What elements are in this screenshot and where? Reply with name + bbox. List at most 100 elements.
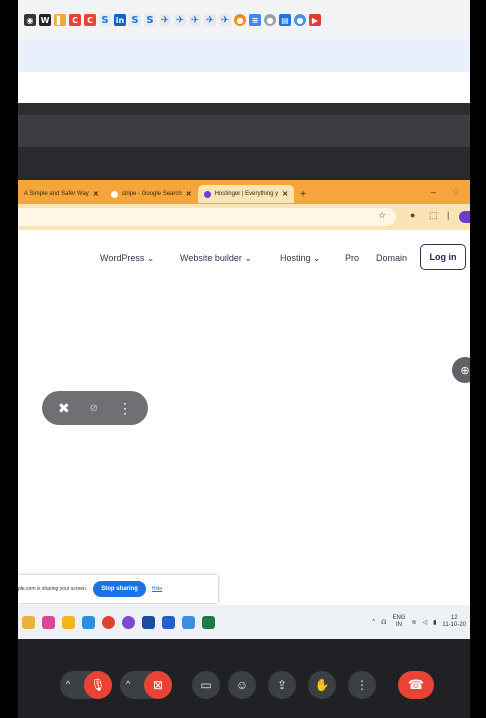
- plus-icon: +: [300, 188, 306, 200]
- mic-control[interactable]: ^ 🎙: [60, 671, 112, 699]
- pin-off-icon[interactable]: ✖: [58, 400, 70, 417]
- tab[interactable]: stripe - Google Search ✕: [105, 185, 198, 203]
- chevron-up-icon[interactable]: ^: [126, 679, 130, 689]
- shared-webpage: WordPress ⌄ Website builder ⌄ Hosting ⌄ …: [18, 230, 470, 605]
- chevron-up-icon[interactable]: ^: [372, 619, 375, 625]
- linkedin-icon[interactable]: in: [114, 14, 126, 26]
- clock[interactable]: 12 11-10-20: [442, 615, 466, 629]
- time: 12: [450, 615, 458, 621]
- presentation-header: [18, 147, 470, 180]
- screen-share-notice: ple.com is sharing your screen. Stop sha…: [18, 575, 218, 603]
- emoji-button[interactable]: ☺: [228, 671, 256, 699]
- bookmark-icon[interactable]: ✈: [189, 14, 201, 26]
- extension-icon[interactable]: ●: [234, 14, 246, 26]
- bookmark-icon[interactable]: ✈: [174, 14, 186, 26]
- mic-off-button[interactable]: 🎙: [84, 671, 112, 699]
- google-icon: [110, 190, 118, 198]
- wifi-icon[interactable]: ≋: [411, 619, 416, 626]
- bookmark-icon[interactable]: ✈: [204, 14, 216, 26]
- new-tab-button[interactable]: +: [294, 185, 312, 203]
- word-icon[interactable]: [162, 615, 175, 629]
- tab-active[interactable]: Hostinger | Everything y ✕: [197, 185, 295, 203]
- extension-bar: ◉ W ▌ C C S in S S ✈ ✈ ✈ ✈ ✈ ● ≡ ● ▤ ● ▶: [18, 0, 470, 40]
- bookmark-icon[interactable]: ✈: [159, 14, 171, 26]
- date: 11-10-20: [442, 622, 466, 628]
- tab[interactable]: A Simple and Safer Way ✕: [18, 185, 105, 203]
- close-icon[interactable]: ✕: [282, 190, 288, 198]
- nav-wordpress[interactable]: WordPress ⌄: [100, 253, 154, 264]
- extension-icon[interactable]: ●: [294, 14, 306, 26]
- more-options-icon[interactable]: ⋮: [118, 400, 132, 417]
- window-controls: – ♢: [431, 187, 470, 198]
- minimize-button[interactable]: –: [431, 187, 436, 198]
- close-icon[interactable]: ✕: [186, 190, 192, 198]
- raise-hand-button[interactable]: ✋: [308, 671, 336, 699]
- app-icon[interactable]: [22, 615, 35, 629]
- mic-off-icon: ⊘: [89, 402, 99, 414]
- meet-window: ◉ W ▌ C C S in S S ✈ ✈ ✈ ✈ ✈ ● ≡ ● ▤ ● ▶…: [18, 0, 470, 718]
- chrome-icon[interactable]: [102, 615, 115, 629]
- self-view-tile[interactable]: ✖ ⊘ ⋮: [42, 391, 148, 425]
- hostinger-icon: [203, 190, 211, 198]
- nav-domain[interactable]: Domain: [376, 253, 407, 263]
- presentation-header: [18, 115, 470, 147]
- chrome-icon[interactable]: [122, 615, 135, 629]
- chrome-icon[interactable]: [82, 615, 95, 629]
- extension-icon[interactable]: ●: [264, 14, 276, 26]
- nav-pro[interactable]: Pro: [345, 253, 359, 263]
- restore-icon[interactable]: ♢: [452, 187, 460, 198]
- bookmark-icon[interactable]: ✈: [219, 14, 231, 26]
- app-icon[interactable]: [142, 615, 155, 629]
- captions-button[interactable]: ▭: [192, 671, 220, 699]
- extension-icon[interactable]: ●: [410, 210, 415, 220]
- extension-icon[interactable]: ▤: [279, 14, 291, 26]
- site-nav: WordPress ⌄ Website builder ⌄ Hosting ⌄ …: [18, 250, 470, 270]
- lang-region: IN: [395, 622, 402, 628]
- tab-label: Hostinger | Everything y: [214, 191, 279, 197]
- share-message: ple.com is sharing your screen.: [18, 586, 88, 592]
- extension-icon[interactable]: ▌: [54, 14, 66, 26]
- docs-icon[interactable]: ≡: [249, 14, 261, 26]
- chevron-up-icon[interactable]: ^: [66, 679, 70, 689]
- address-bar-row: ☆ ● ⬚ |: [18, 204, 470, 230]
- tab-label: A Simple and Safer Way: [24, 191, 89, 197]
- divider: |: [447, 210, 450, 220]
- system-tray: ^ ☊ ENG IN ≋ ◁ ▮ 12 11-10-20: [372, 615, 470, 629]
- nav-hosting[interactable]: Hosting ⌄: [280, 253, 321, 264]
- separator: [18, 103, 470, 115]
- network-icon[interactable]: ☊: [381, 619, 386, 626]
- app-icon[interactable]: [42, 615, 55, 629]
- tab-label: stripe - Google Search: [121, 191, 182, 197]
- lang-code: ENG: [392, 615, 406, 621]
- nav-website-builder[interactable]: Website builder ⌄: [180, 253, 252, 264]
- battery-icon[interactable]: ▮: [433, 619, 436, 626]
- more-options-button[interactable]: ⋮: [348, 671, 376, 699]
- puzzle-icon[interactable]: ⬚: [429, 210, 438, 221]
- toolbar-strip: [18, 40, 470, 72]
- extension-icon[interactable]: C: [69, 14, 81, 26]
- language-indicator[interactable]: ENG IN: [392, 615, 405, 629]
- close-icon[interactable]: ✕: [93, 190, 99, 198]
- camera-control[interactable]: ^ ⊠: [120, 671, 172, 699]
- extension-icon[interactable]: ▶: [309, 14, 321, 26]
- extension-icon[interactable]: W: [39, 14, 51, 26]
- extension-icon[interactable]: ◉: [24, 14, 36, 26]
- present-button[interactable]: ⇪: [268, 671, 296, 699]
- volume-icon[interactable]: ◁: [422, 619, 427, 626]
- bookmark-icon[interactable]: S: [99, 14, 111, 26]
- extension-icon[interactable]: C: [84, 14, 96, 26]
- login-button[interactable]: Log in: [420, 244, 466, 270]
- address-bar[interactable]: [18, 208, 396, 226]
- hide-link[interactable]: Hide: [152, 586, 162, 592]
- excel-icon[interactable]: [202, 615, 215, 629]
- windows-taskbar: ^ ☊ ENG IN ≋ ◁ ▮ 12 11-10-20: [18, 605, 470, 639]
- folder-icon[interactable]: [62, 615, 75, 629]
- camera-off-button[interactable]: ⊠: [144, 671, 172, 699]
- bookmark-icon[interactable]: S: [129, 14, 141, 26]
- leave-call-button[interactable]: ☎: [398, 671, 434, 699]
- star-icon[interactable]: ☆: [378, 210, 386, 221]
- bookmark-icon[interactable]: S: [144, 14, 156, 26]
- app-icon[interactable]: [182, 615, 195, 629]
- avatar[interactable]: [459, 211, 470, 223]
- stop-sharing-button[interactable]: Stop sharing: [93, 581, 146, 597]
